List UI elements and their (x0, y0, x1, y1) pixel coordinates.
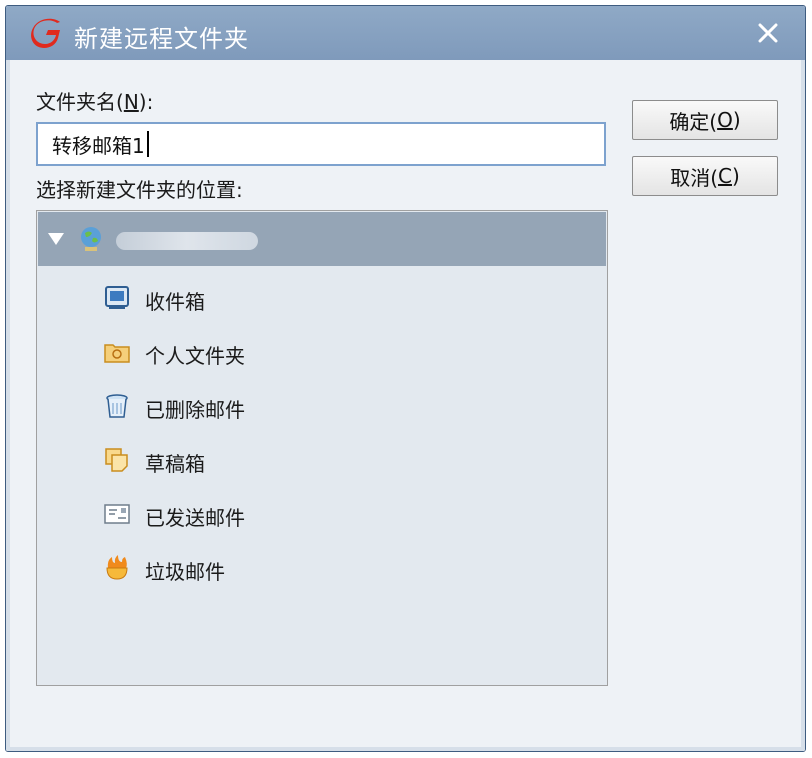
folder-name-input[interactable]: 转移邮箱1 (36, 122, 606, 166)
account-globe-icon (81, 227, 101, 251)
tree-item-label: 垃圾邮件 (145, 560, 225, 584)
text-caret (146, 131, 149, 157)
app-logo-icon (31, 18, 60, 48)
folder-tree[interactable]: 收件箱 个人文件夹 已删除邮件 草稿箱 已发送邮件 垃圾邮件 (36, 210, 608, 686)
folder-name-value: 转移邮箱1 (52, 133, 145, 158)
tree-item-label: 已发送邮件 (145, 506, 245, 530)
tree-item-sent[interactable]: 已发送邮件 (103, 497, 503, 533)
tree-item-label: 草稿箱 (145, 452, 205, 476)
junk-icon (106, 555, 128, 580)
tree-item-drafts[interactable]: 草稿箱 (103, 443, 503, 479)
dialog-body: 文件夹名(N): 转移邮箱1 选择新建文件夹的位置: 确定(O) 取消(C) (6, 60, 805, 751)
tree-item-inbox[interactable]: 收件箱 (103, 281, 503, 317)
drafts-icon (105, 448, 128, 472)
dialog-title: 新建远程文件夹 (74, 25, 249, 53)
title-bar: 新建远程文件夹 (6, 6, 805, 60)
tree-item-deleted[interactable]: 已删除邮件 (103, 389, 503, 425)
tree-root-account[interactable] (38, 212, 606, 266)
location-label: 选择新建文件夹的位置: (36, 178, 243, 202)
tree-item-junk[interactable]: 垃圾邮件 (103, 551, 503, 587)
tree-item-label: 个人文件夹 (145, 344, 245, 368)
account-name-redacted (116, 232, 258, 250)
tree-item-personal-folder[interactable]: 个人文件夹 (103, 335, 503, 371)
tree-item-label: 收件箱 (145, 290, 205, 314)
ok-button[interactable]: 确定(O) (632, 100, 778, 140)
tree-item-label: 已删除邮件 (145, 398, 245, 422)
folder-name-label: 文件夹名(N): (36, 90, 154, 114)
expand-triangle-icon[interactable] (48, 233, 64, 245)
cancel-button[interactable]: 取消(C) (632, 156, 778, 196)
new-remote-folder-dialog: 新建远程文件夹 文件夹名(N): 转移邮箱1 选择新建文件夹的位置: 确定(O)… (5, 5, 806, 752)
trash-icon (106, 394, 128, 418)
folder-icon (104, 344, 130, 363)
close-icon[interactable] (753, 18, 783, 48)
sent-icon (104, 504, 130, 524)
inbox-icon (105, 286, 129, 309)
